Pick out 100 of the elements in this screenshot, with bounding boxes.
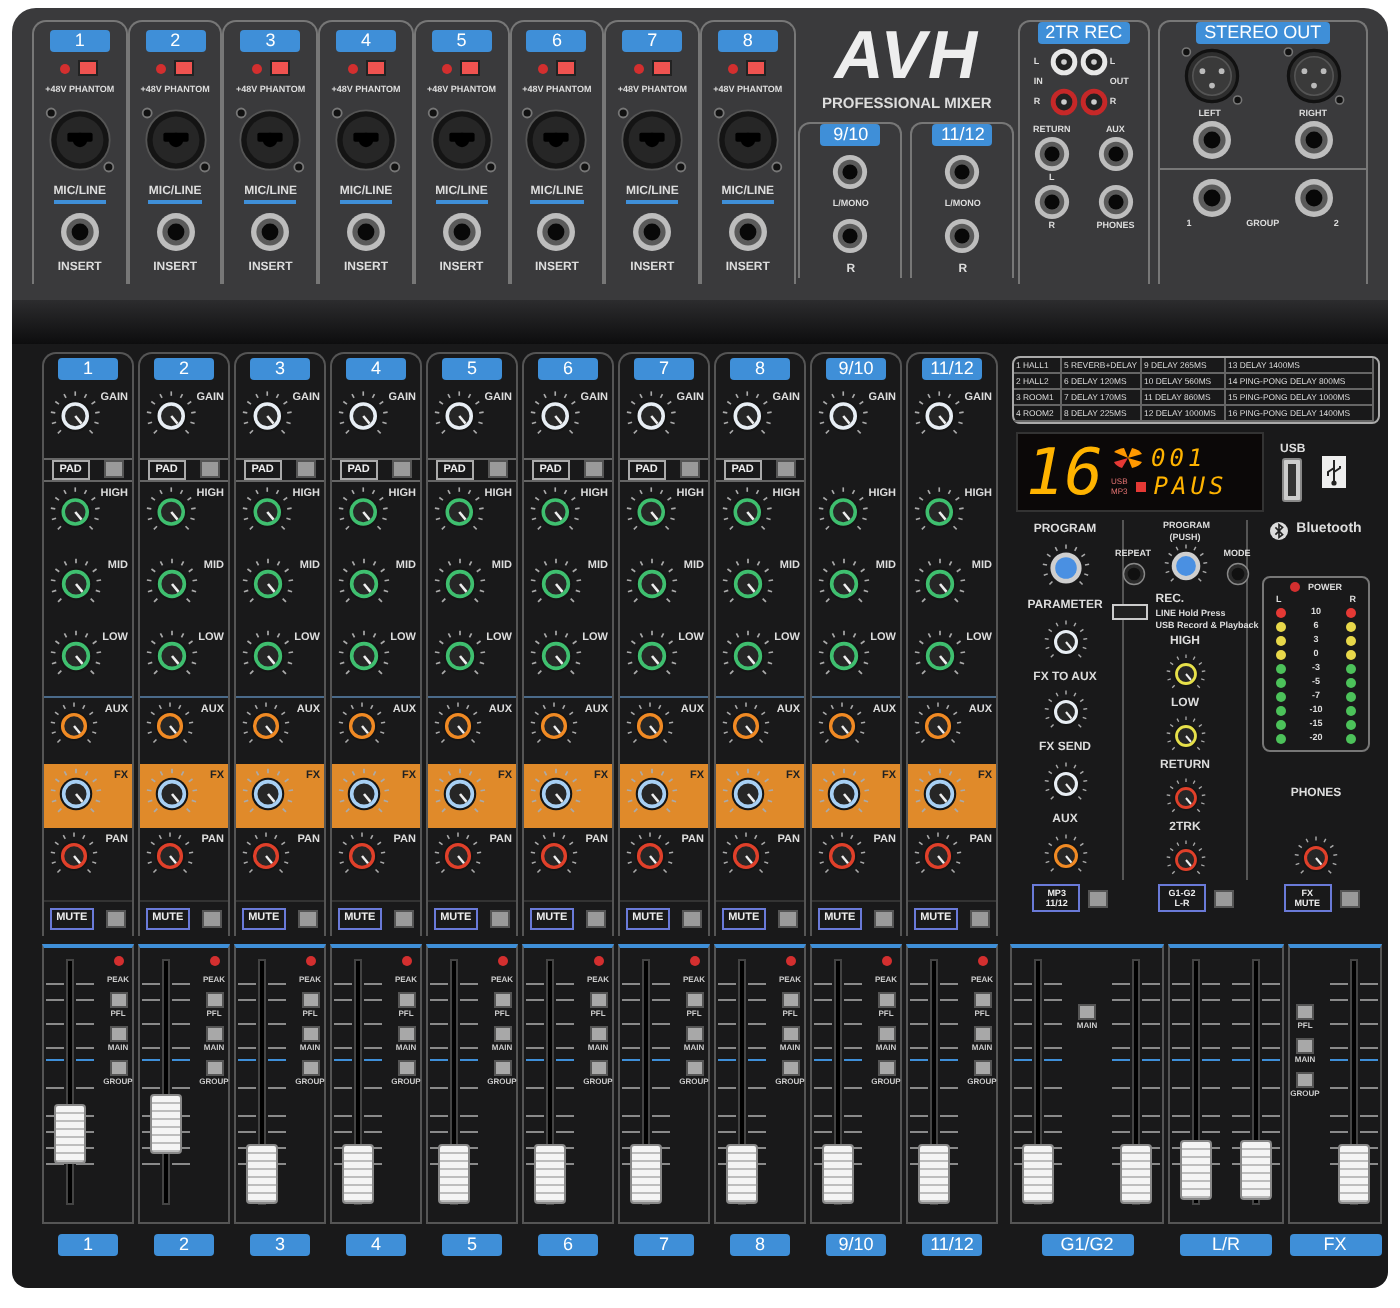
phantom-switch[interactable] <box>174 60 195 76</box>
pad-switch[interactable] <box>488 460 509 479</box>
fader-switch[interactable] <box>973 1060 991 1076</box>
fader-switch[interactable] <box>493 1026 511 1042</box>
pad-switch[interactable] <box>104 460 125 479</box>
combo-jack <box>330 104 403 176</box>
fader-knob[interactable] <box>53 1104 86 1165</box>
fader-switch[interactable] <box>877 1060 895 1076</box>
fader-knob[interactable] <box>1338 1144 1370 1205</box>
fader-switch[interactable] <box>205 1026 223 1042</box>
mute-switch[interactable] <box>969 910 990 929</box>
fader-switch[interactable] <box>685 992 703 1008</box>
fader-switch[interactable] <box>589 992 607 1008</box>
program-number: 16 <box>1026 438 1104 506</box>
control-knob[interactable] <box>1165 653 1205 694</box>
pad-switch[interactable] <box>392 460 413 479</box>
fader-switch[interactable] <box>109 1026 127 1042</box>
master-switch[interactable] <box>1088 889 1109 907</box>
mute-switch[interactable] <box>393 910 414 929</box>
fader-knob[interactable] <box>1240 1139 1272 1200</box>
mute-switch[interactable] <box>105 910 126 929</box>
fader-switch[interactable] <box>973 1026 991 1042</box>
fader-switch[interactable] <box>877 1026 895 1042</box>
mute-switch[interactable] <box>681 910 702 929</box>
fader-switch[interactable] <box>301 1026 319 1042</box>
mute-switch[interactable] <box>585 910 606 929</box>
fader-switch[interactable] <box>205 992 223 1008</box>
rca-jack <box>1079 48 1108 76</box>
fader-knob[interactable] <box>1120 1144 1152 1205</box>
channel-label: 5 <box>442 358 502 381</box>
phantom-led <box>156 63 167 73</box>
fader-knob[interactable] <box>149 1094 182 1155</box>
fader-switch[interactable] <box>1295 1038 1314 1054</box>
fader-switch[interactable] <box>493 992 511 1008</box>
fader-knob[interactable] <box>533 1144 566 1205</box>
fader-switch[interactable] <box>589 1060 607 1076</box>
control-knob[interactable] <box>1165 715 1205 756</box>
fader-switch[interactable] <box>589 1026 607 1042</box>
fader-switch[interactable] <box>973 992 991 1008</box>
phantom-switch[interactable] <box>460 60 481 76</box>
fader-switch[interactable] <box>397 1026 415 1042</box>
jack-socket <box>441 212 482 252</box>
usb-port[interactable] <box>1282 458 1303 502</box>
fader-switch[interactable] <box>301 1060 319 1076</box>
fader-switch[interactable] <box>205 1060 223 1076</box>
phantom-switch[interactable] <box>746 60 767 76</box>
fader-knob[interactable] <box>725 1144 758 1205</box>
phantom-switch[interactable] <box>78 60 99 76</box>
peak-led <box>881 956 891 966</box>
pad-switch[interactable] <box>200 460 221 479</box>
fader-switch[interactable] <box>1077 1004 1096 1020</box>
control-knob[interactable] <box>1165 777 1205 818</box>
pad-switch[interactable] <box>584 460 605 479</box>
fader-switch[interactable] <box>493 1060 511 1076</box>
master-switch[interactable] <box>1213 889 1234 907</box>
fader-knob[interactable] <box>341 1144 374 1205</box>
master-switch[interactable] <box>1339 889 1360 907</box>
transport-knob[interactable] <box>1223 560 1251 588</box>
fader-knob[interactable] <box>1180 1139 1212 1200</box>
rec-button[interactable] <box>1111 603 1148 620</box>
fader-knob[interactable] <box>245 1144 278 1205</box>
fader-knob[interactable] <box>437 1144 470 1205</box>
fader-knob[interactable] <box>629 1144 662 1205</box>
phantom-switch[interactable] <box>365 60 386 76</box>
fader-switch[interactable] <box>1296 1004 1314 1020</box>
jack-socket <box>1191 178 1231 218</box>
fader-switch[interactable] <box>685 1026 703 1042</box>
track-counter: 001 <box>1151 444 1207 472</box>
transport-knob[interactable] <box>1119 560 1147 588</box>
fader-switch[interactable] <box>781 992 799 1008</box>
mute-switch[interactable] <box>297 910 318 929</box>
fader-switch[interactable] <box>397 1060 415 1076</box>
phantom-switch[interactable] <box>269 60 290 76</box>
jack-socket <box>250 212 291 252</box>
fader-knob[interactable] <box>821 1144 854 1205</box>
mute-switch[interactable] <box>873 910 894 929</box>
channel-label: 5 <box>442 1233 502 1255</box>
pad-switch[interactable] <box>680 460 701 479</box>
fader-switch[interactable] <box>781 1026 799 1042</box>
fader-switch[interactable] <box>301 992 319 1008</box>
fader-switch[interactable] <box>397 992 415 1008</box>
fader-switch[interactable] <box>877 992 895 1008</box>
channel-label: 1 <box>58 358 118 381</box>
channel-label: 1 <box>58 1233 118 1255</box>
fader-switch[interactable] <box>1295 1072 1314 1088</box>
phantom-switch[interactable] <box>555 60 576 76</box>
mute-switch[interactable] <box>489 910 510 929</box>
phantom-switch[interactable] <box>651 60 672 76</box>
fader-switch[interactable] <box>109 992 127 1008</box>
control-knob[interactable] <box>1165 839 1205 880</box>
pad-switch[interactable] <box>296 460 317 479</box>
fader-switch[interactable] <box>109 1060 127 1076</box>
mute-switch[interactable] <box>201 910 222 929</box>
mute-switch[interactable] <box>777 910 798 929</box>
usb-icon <box>1321 456 1346 488</box>
fader-switch[interactable] <box>781 1060 799 1076</box>
fader-knob[interactable] <box>1022 1144 1054 1205</box>
fader-switch[interactable] <box>685 1060 703 1076</box>
fader-knob[interactable] <box>917 1144 950 1205</box>
pad-switch[interactable] <box>776 460 797 479</box>
